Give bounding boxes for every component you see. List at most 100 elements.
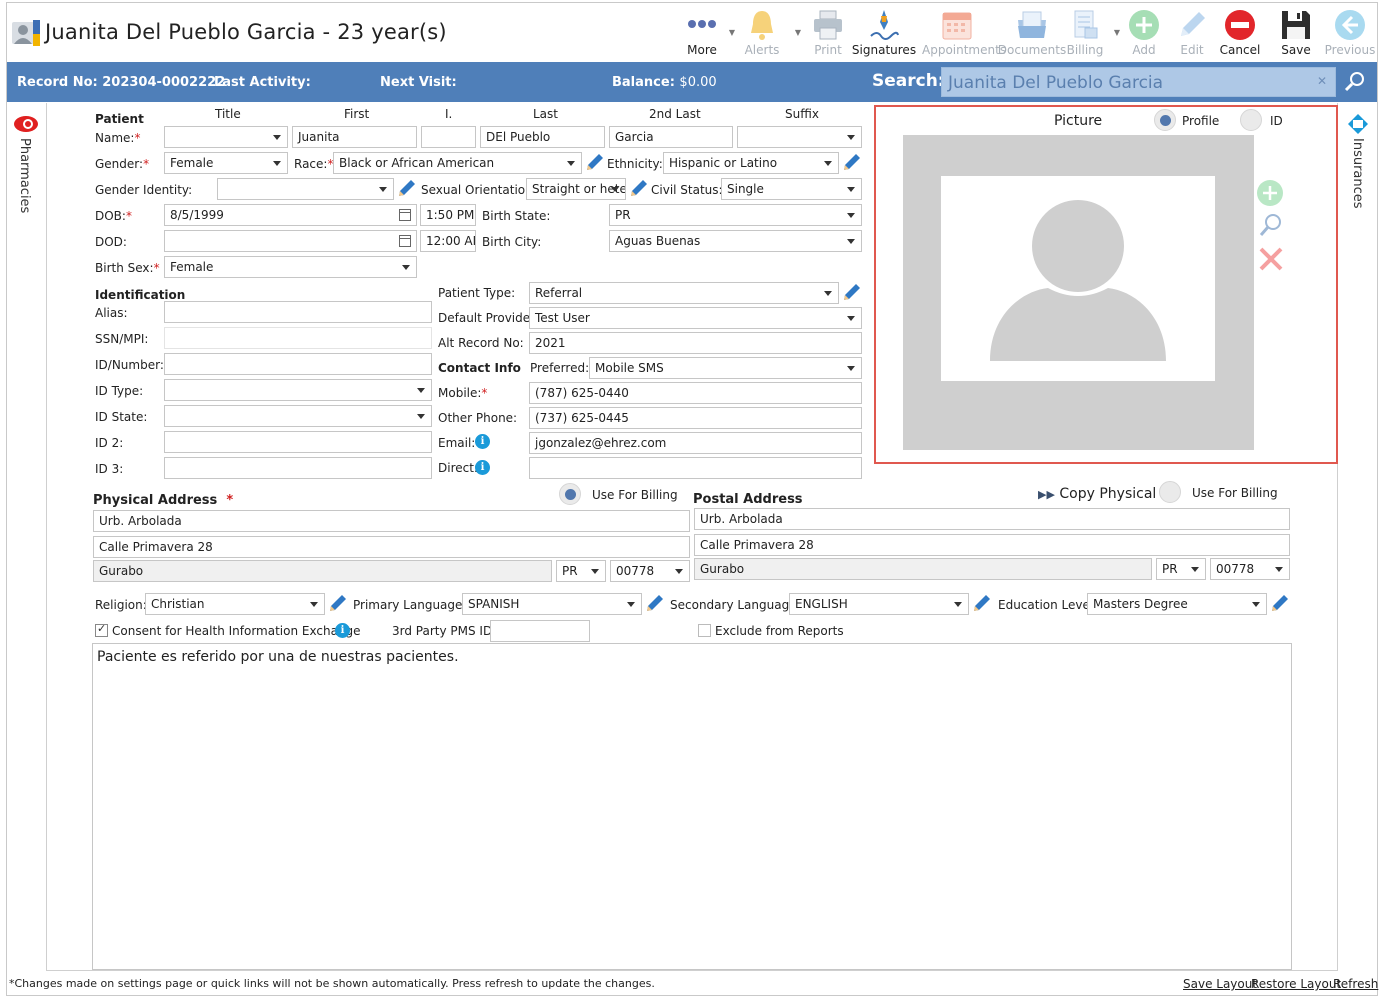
profile-radio-label: Profile [1182,114,1220,128]
default-provider-select[interactable]: Test User [529,307,862,329]
more-icon [688,20,716,28]
consent-info-icon[interactable]: i [335,623,350,638]
race-edit-pencil-icon[interactable] [585,152,605,172]
add-photo-icon[interactable] [1256,179,1284,207]
gender-identity-edit-pencil-icon[interactable] [397,178,417,198]
id-state-label: ID State: [95,410,148,424]
more-button[interactable]: More ▼ [673,6,735,58]
view-photo-icon[interactable] [1258,212,1284,238]
id-state-select[interactable] [164,405,432,427]
postal-address-line2[interactable]: Calle Primavera 28 [694,534,1290,556]
calendar-icon[interactable] [399,235,411,247]
billing-button[interactable]: Billing ▼ [1056,6,1120,58]
ssn-field[interactable] [164,327,432,349]
education-edit-pencil-icon[interactable] [1270,593,1290,613]
physical-use-for-billing-radio[interactable] [559,483,581,505]
third-party-field[interactable] [490,620,590,642]
patient-type-edit-pencil-icon[interactable] [842,282,862,302]
sexual-orientation-select[interactable]: Straight or hete [526,178,626,200]
last-activity: Last Activity: [214,75,311,90]
other-phone-field[interactable]: (737) 625-0445 [529,407,862,429]
birth-state-label: Birth State: [482,209,551,223]
dod-time-field[interactable]: 12:00 AM [420,230,476,252]
alerts-button[interactable]: Alerts ▼ [733,6,801,58]
search-button[interactable] [1342,70,1368,94]
secondary-language-select[interactable]: ENGLISH [789,593,969,615]
direct-field[interactable] [529,457,862,479]
ethnicity-edit-pencil-icon[interactable] [842,152,862,172]
primary-language-edit-pencil-icon[interactable] [645,593,665,613]
name-label: Name:* [95,131,141,145]
secondary-language-edit-pencil-icon[interactable] [972,593,992,613]
restore-layout-link[interactable]: Restore Layout [1251,977,1341,991]
contact-section-title: Contact Info [438,361,521,375]
patient-type-label: Patient Type: [438,286,516,300]
birth-city-select[interactable]: Aguas Buenas [609,230,862,252]
physical-address-line1[interactable]: Urb. Arbolada [93,510,690,532]
exclude-reports-checkbox[interactable] [698,624,711,637]
delete-photo-icon[interactable] [1257,245,1285,273]
identification-section-title: Identification [95,288,186,302]
id-number-field[interactable] [164,353,432,375]
birth-state-select[interactable]: PR [609,204,862,226]
signatures-button[interactable]: Signatures [852,6,916,58]
profile-radio[interactable] [1154,109,1176,131]
id3-field[interactable] [164,457,432,479]
alt-record-field[interactable]: 2021 [529,332,862,354]
consent-checkbox[interactable] [95,622,108,637]
postal-address-line1[interactable]: Urb. Arbolada [694,508,1290,530]
col-first: First [344,107,370,121]
previous-button[interactable]: Previous [1321,6,1379,58]
id2-field[interactable] [164,431,432,453]
clear-search-icon[interactable]: ✕ [1317,74,1327,88]
sexual-orientation-edit-pencil-icon[interactable] [629,178,649,198]
postal-use-for-billing-radio[interactable] [1159,481,1181,503]
dob-time-field[interactable]: 1:50 PM [420,204,476,226]
dob-field[interactable]: 8/5/1999 [164,204,417,226]
gender-select[interactable]: Female [164,152,288,174]
title-select[interactable] [164,126,288,148]
physical-zip-select[interactable]: 00778 [610,560,690,582]
copy-physical-button[interactable]: ▶▶ Copy Physical [1038,486,1156,502]
email-field[interactable]: jgonzalez@ehrez.com [529,432,862,454]
insurances-tab[interactable]: Insurances [1344,112,1374,212]
appointments-button[interactable]: Appointments [922,6,1006,58]
civil-status-select[interactable]: Single [721,178,862,200]
id-type-select[interactable] [164,379,432,401]
alias-field[interactable] [164,301,432,323]
education-select[interactable]: Masters Degree [1087,593,1267,615]
primary-language-select[interactable]: SPANISH [462,593,642,615]
religion-select[interactable]: Christian [145,593,325,615]
postal-zip-select[interactable]: 00778 [1210,558,1290,580]
religion-edit-pencil-icon[interactable] [328,593,348,613]
postal-state-select[interactable]: PR [1156,558,1206,580]
first-name-field[interactable]: Juanita [292,126,417,148]
id-radio[interactable] [1240,109,1262,131]
pharmacies-tab[interactable]: Pharmacies [10,112,40,213]
col-suffix: Suffix [785,107,819,121]
ethnicity-select[interactable]: Hispanic or Latino [663,152,839,174]
initial-field[interactable] [421,126,476,148]
mobile-field[interactable]: (787) 625-0440 [529,382,862,404]
save-layout-link[interactable]: Save Layout [1183,977,1257,991]
direct-info-icon[interactable]: i [475,460,490,475]
race-select[interactable]: Black or African American [333,152,582,174]
refresh-link[interactable]: Refresh [1333,977,1378,991]
dod-field[interactable] [164,230,417,252]
preferred-contact-select[interactable]: Mobile SMS [589,357,862,379]
religion-label: Religion: [95,598,147,612]
physical-city-field[interactable]: Gurabo [93,560,552,582]
notes-textarea[interactable]: Paciente es referido por una de nuestras… [92,643,1292,970]
postal-city-field[interactable]: Gurabo [694,558,1152,580]
physical-address-line2[interactable]: Calle Primavera 28 [93,536,690,558]
last-name-field[interactable]: DEl Pueblo [480,126,605,148]
search-input[interactable]: Juanita Del Pueblo Garcia [941,67,1336,97]
gender-identity-select[interactable] [217,178,394,200]
physical-state-select[interactable]: PR [556,560,606,582]
calendar-icon[interactable] [399,209,411,221]
birth-sex-select[interactable]: Female [164,256,417,278]
second-last-name-field[interactable]: Garcia [609,126,733,148]
suffix-select[interactable] [737,126,862,148]
email-info-icon[interactable]: i [475,434,490,449]
patient-type-select[interactable]: Referral [529,282,839,304]
